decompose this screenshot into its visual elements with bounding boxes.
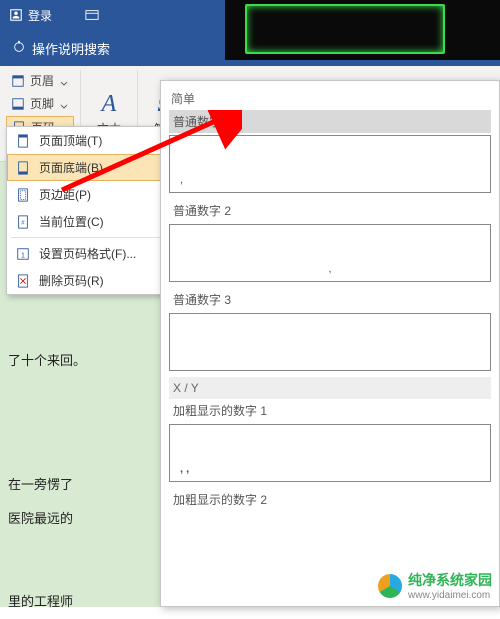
gallery-item-preview: , [169, 224, 491, 282]
menu-top-of-page[interactable]: 页面顶端(T) ▸ [7, 127, 177, 154]
gallery-item-preview [169, 313, 491, 371]
header-button[interactable]: 页眉 [6, 70, 74, 91]
remove-icon [15, 273, 31, 289]
footer-icon [10, 96, 26, 112]
gallery-item-bold-2[interactable]: 加粗显示的数字 2 [169, 488, 491, 511]
gallery-item-bold-1[interactable]: 加粗显示的数字 1 , , [169, 399, 491, 482]
page-margins-icon [15, 187, 31, 203]
watermark-url: www.yidaimei.com [408, 590, 492, 601]
login-icon [8, 7, 24, 23]
menu-label: 删除页码(R) [39, 272, 104, 289]
gallery-item-label: 普通数字 2 [169, 199, 491, 222]
format-icon: 1 [15, 246, 31, 262]
gallery-item-label: 加粗显示的数字 2 [169, 488, 491, 511]
watermark-brand: 纯净系统家园 [408, 570, 492, 590]
page-number-dropdown: 页面顶端(T) ▸ 页面底端(B) ▸ 页边距(P) ▸ # 当前位置(C) ▸… [6, 126, 178, 295]
menu-remove-page-numbers[interactable]: 删除页码(R) [7, 267, 177, 294]
menu-format-page-numbers[interactable]: 1 设置页码格式(F)... [7, 240, 177, 267]
menu-label: 页面顶端(T) [39, 132, 102, 149]
gallery-item-plain-2[interactable]: 普通数字 2 , [169, 199, 491, 282]
ribbon-display-icon[interactable] [84, 7, 100, 23]
menu-separator [11, 237, 173, 238]
top-of-page-icon [15, 133, 31, 149]
background-monitor-glow [245, 4, 445, 54]
page-number-gallery: 简单 普通数字 1 , 普通数字 2 , 普通数字 3 X / Y 加粗显示的数… [160, 80, 500, 607]
gallery-item-label: 普通数字 3 [169, 288, 491, 311]
footer-label: 页脚 [30, 95, 54, 112]
menu-page-margins[interactable]: 页边距(P) ▸ [7, 181, 177, 208]
watermark-logo-icon [378, 574, 402, 598]
menu-label: 页面底端(B) [39, 159, 103, 176]
current-position-icon: # [15, 214, 31, 230]
menu-current-position[interactable]: # 当前位置(C) ▸ [7, 208, 177, 235]
gallery-item-plain-1[interactable]: 普通数字 1 , [169, 110, 491, 193]
text-box-icon: A [102, 91, 117, 118]
menu-label: 当前位置(C) [39, 213, 104, 230]
menu-label: 页边距(P) [39, 186, 91, 203]
menu-bottom-of-page[interactable]: 页面底端(B) ▸ [7, 154, 177, 181]
header-label: 页眉 [30, 72, 54, 89]
menu-label: 设置页码格式(F)... [39, 245, 136, 262]
login-label[interactable]: 登录 [28, 7, 52, 24]
chevron-down-icon [60, 100, 68, 108]
tell-me-label[interactable]: 操作说明搜索 [32, 39, 110, 58]
gallery-item-plain-3[interactable]: 普通数字 3 [169, 288, 491, 371]
gallery-section-xy: X / Y [169, 377, 491, 399]
tell-me-icon [12, 40, 26, 57]
background-strip [225, 0, 500, 60]
bottom-of-page-icon [15, 160, 31, 176]
svg-text:#: # [21, 219, 25, 226]
gallery-item-preview: , [169, 135, 491, 193]
header-icon [10, 73, 26, 89]
footer-button[interactable]: 页脚 [6, 93, 74, 114]
chevron-down-icon [60, 77, 68, 85]
gallery-item-preview: , , [169, 424, 491, 482]
watermark: 纯净系统家园 www.yidaimei.com [378, 570, 492, 601]
svg-text:1: 1 [21, 252, 25, 259]
gallery-item-label: 普通数字 1 [169, 110, 491, 133]
gallery-item-label: 加粗显示的数字 1 [169, 399, 491, 422]
gallery-section-simple: 简单 [169, 87, 491, 110]
